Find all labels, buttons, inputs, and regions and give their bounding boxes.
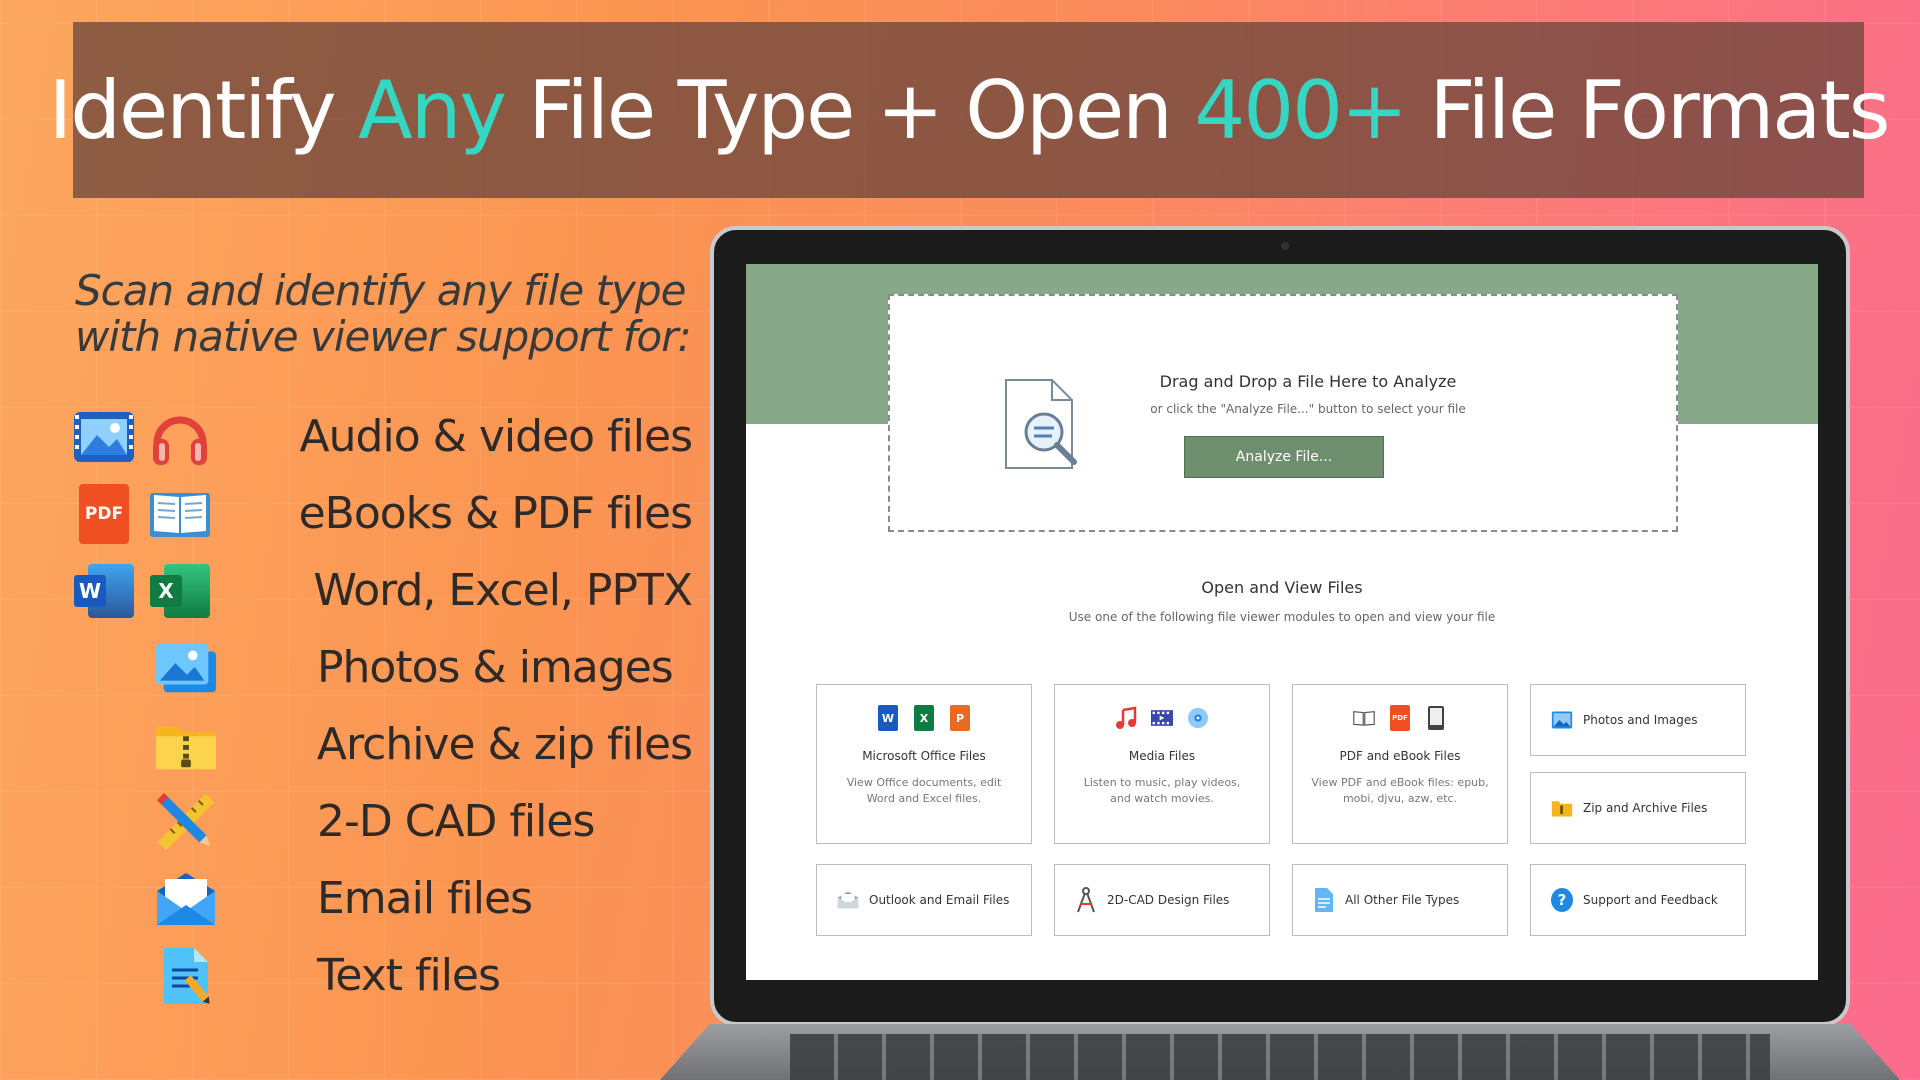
email-icon — [154, 869, 218, 929]
headline-part-1: Identify — [48, 63, 359, 157]
feature-cad: 2-D CAD files — [72, 783, 692, 860]
pdf-icon-text: PDF — [79, 483, 129, 544]
cad-tools-icon — [154, 792, 218, 852]
film-strip-icon — [1151, 705, 1173, 731]
pdf-doc-icon: PDF — [1389, 705, 1411, 731]
feature-archive: Archive & zip files — [72, 706, 693, 783]
feature-audio-video: Audio & video files — [72, 398, 693, 475]
card-title: Outlook and Email Files — [869, 893, 1010, 907]
headline-accent-count: 400+ — [1194, 63, 1408, 157]
feature-label: Photos & images — [317, 642, 674, 693]
headline-part-2: File Type + Open — [504, 63, 1195, 157]
book-icon — [148, 484, 212, 544]
app-window: Drag and Drop a File Here to Analyze or … — [746, 264, 1818, 980]
word-icon: W — [72, 561, 136, 621]
feature-label: Word, Excel, PPTX — [313, 565, 693, 616]
card-2d-cad[interactable]: 2D-CAD Design Files — [1054, 864, 1270, 936]
card-other-file-types[interactable]: All Other File Types — [1292, 864, 1508, 936]
video-icon — [72, 407, 136, 467]
tagline-line-2: with native viewer support for: — [75, 312, 692, 361]
feature-label: Audio & video files — [299, 411, 693, 462]
compass-icon — [1075, 887, 1097, 913]
card-title: Zip and Archive Files — [1583, 801, 1708, 815]
tagline: Scan and identify any file type with nat… — [75, 268, 695, 360]
feature-office: W X Word, Excel, PPTX — [72, 552, 693, 629]
image-icon — [154, 638, 218, 698]
headline-part-3: File Formats — [1406, 63, 1890, 157]
card-description: View PDF and eBook files: epub, mobi, dj… — [1311, 776, 1489, 805]
text-file-icon — [154, 946, 218, 1006]
pdf-icon: PDF — [72, 483, 136, 544]
card-title: PDF and eBook Files — [1339, 749, 1461, 763]
card-outlook-email[interactable]: Outlook and Email Files — [816, 864, 1032, 936]
card-title: Support and Feedback — [1583, 893, 1718, 907]
open-view-subtitle: Use one of the following file viewer mod… — [1068, 610, 1496, 624]
envelope-icon — [837, 887, 859, 913]
word-icon-letter: W — [74, 574, 106, 607]
card-pdf-ebook-files[interactable]: PDF PDF and eBook Files View PDF and eBo… — [1292, 684, 1508, 844]
card-description: View Office documents, edit Word and Exc… — [846, 776, 1002, 805]
drop-subtitle: or click the "Analyze File..." button to… — [1150, 402, 1466, 416]
music-note-icon — [1115, 705, 1137, 731]
feature-label: Archive & zip files — [316, 719, 693, 770]
photo-icon — [1551, 707, 1573, 733]
feature-text: Text files — [72, 937, 692, 1014]
laptop-frame: Drag and Drop a File Here to Analyze or … — [710, 226, 1850, 1026]
excel-doc-icon: X — [913, 705, 935, 731]
headline-accent-any: Any — [358, 63, 507, 157]
tagline-line-1: Scan and identify any file type — [75, 266, 686, 315]
card-media-files[interactable]: Media Files Listen to music, play videos… — [1054, 684, 1270, 844]
drop-zone[interactable]: Drag and Drop a File Here to Analyze or … — [888, 294, 1678, 532]
feature-list: Audio & video files PDF eBooks & PDF fil… — [72, 398, 693, 1014]
card-title: Microsoft Office Files — [862, 749, 986, 763]
powerpoint-doc-icon: P — [949, 705, 971, 731]
feature-label: 2-D CAD files — [317, 796, 595, 847]
disc-icon — [1187, 705, 1209, 731]
drop-title: Drag and Drop a File Here to Analyze — [1159, 372, 1457, 391]
headline-banner: Identify Any File Type + Open 400+ File … — [49, 22, 1890, 198]
feature-label: eBooks & PDF files — [298, 488, 693, 539]
card-title: Media Files — [1128, 749, 1196, 763]
excel-icon-letter: X — [150, 574, 182, 607]
feature-label: Text files — [317, 950, 501, 1001]
zip-icon — [1551, 795, 1573, 821]
card-title: 2D-CAD Design Files — [1107, 893, 1230, 907]
excel-icon: X — [148, 561, 212, 621]
card-office-files[interactable]: W X P Microsoft Office Files View Office… — [816, 684, 1032, 844]
card-support-feedback[interactable]: ? Support and Feedback — [1530, 864, 1746, 936]
analyze-file-button[interactable]: Analyze File... — [1184, 436, 1384, 478]
zip-folder-icon — [154, 715, 218, 775]
card-title: All Other File Types — [1345, 893, 1460, 907]
card-description: Listen to music, play videos, and watch … — [1083, 776, 1241, 805]
feature-ebooks-pdf: PDF eBooks & PDF files — [72, 475, 693, 552]
headphones-icon — [148, 407, 212, 467]
card-photos-images[interactable]: Photos and Images — [1530, 684, 1746, 756]
camera — [1281, 242, 1289, 250]
feature-email: Email files — [72, 860, 692, 937]
card-zip-archive[interactable]: Zip and Archive Files — [1530, 772, 1746, 844]
card-title: Photos and Images — [1583, 713, 1698, 727]
ereader-icon — [1425, 705, 1447, 731]
keyboard — [790, 1034, 1770, 1080]
open-view-title: Open and View Files — [1201, 578, 1363, 597]
feature-label: Email files — [317, 873, 533, 924]
generic-file-icon — [1313, 887, 1335, 913]
word-doc-icon: W — [877, 705, 899, 731]
help-icon: ? — [1551, 887, 1573, 913]
feature-photos: Photos & images — [72, 629, 692, 706]
open-book-icon — [1353, 705, 1375, 731]
